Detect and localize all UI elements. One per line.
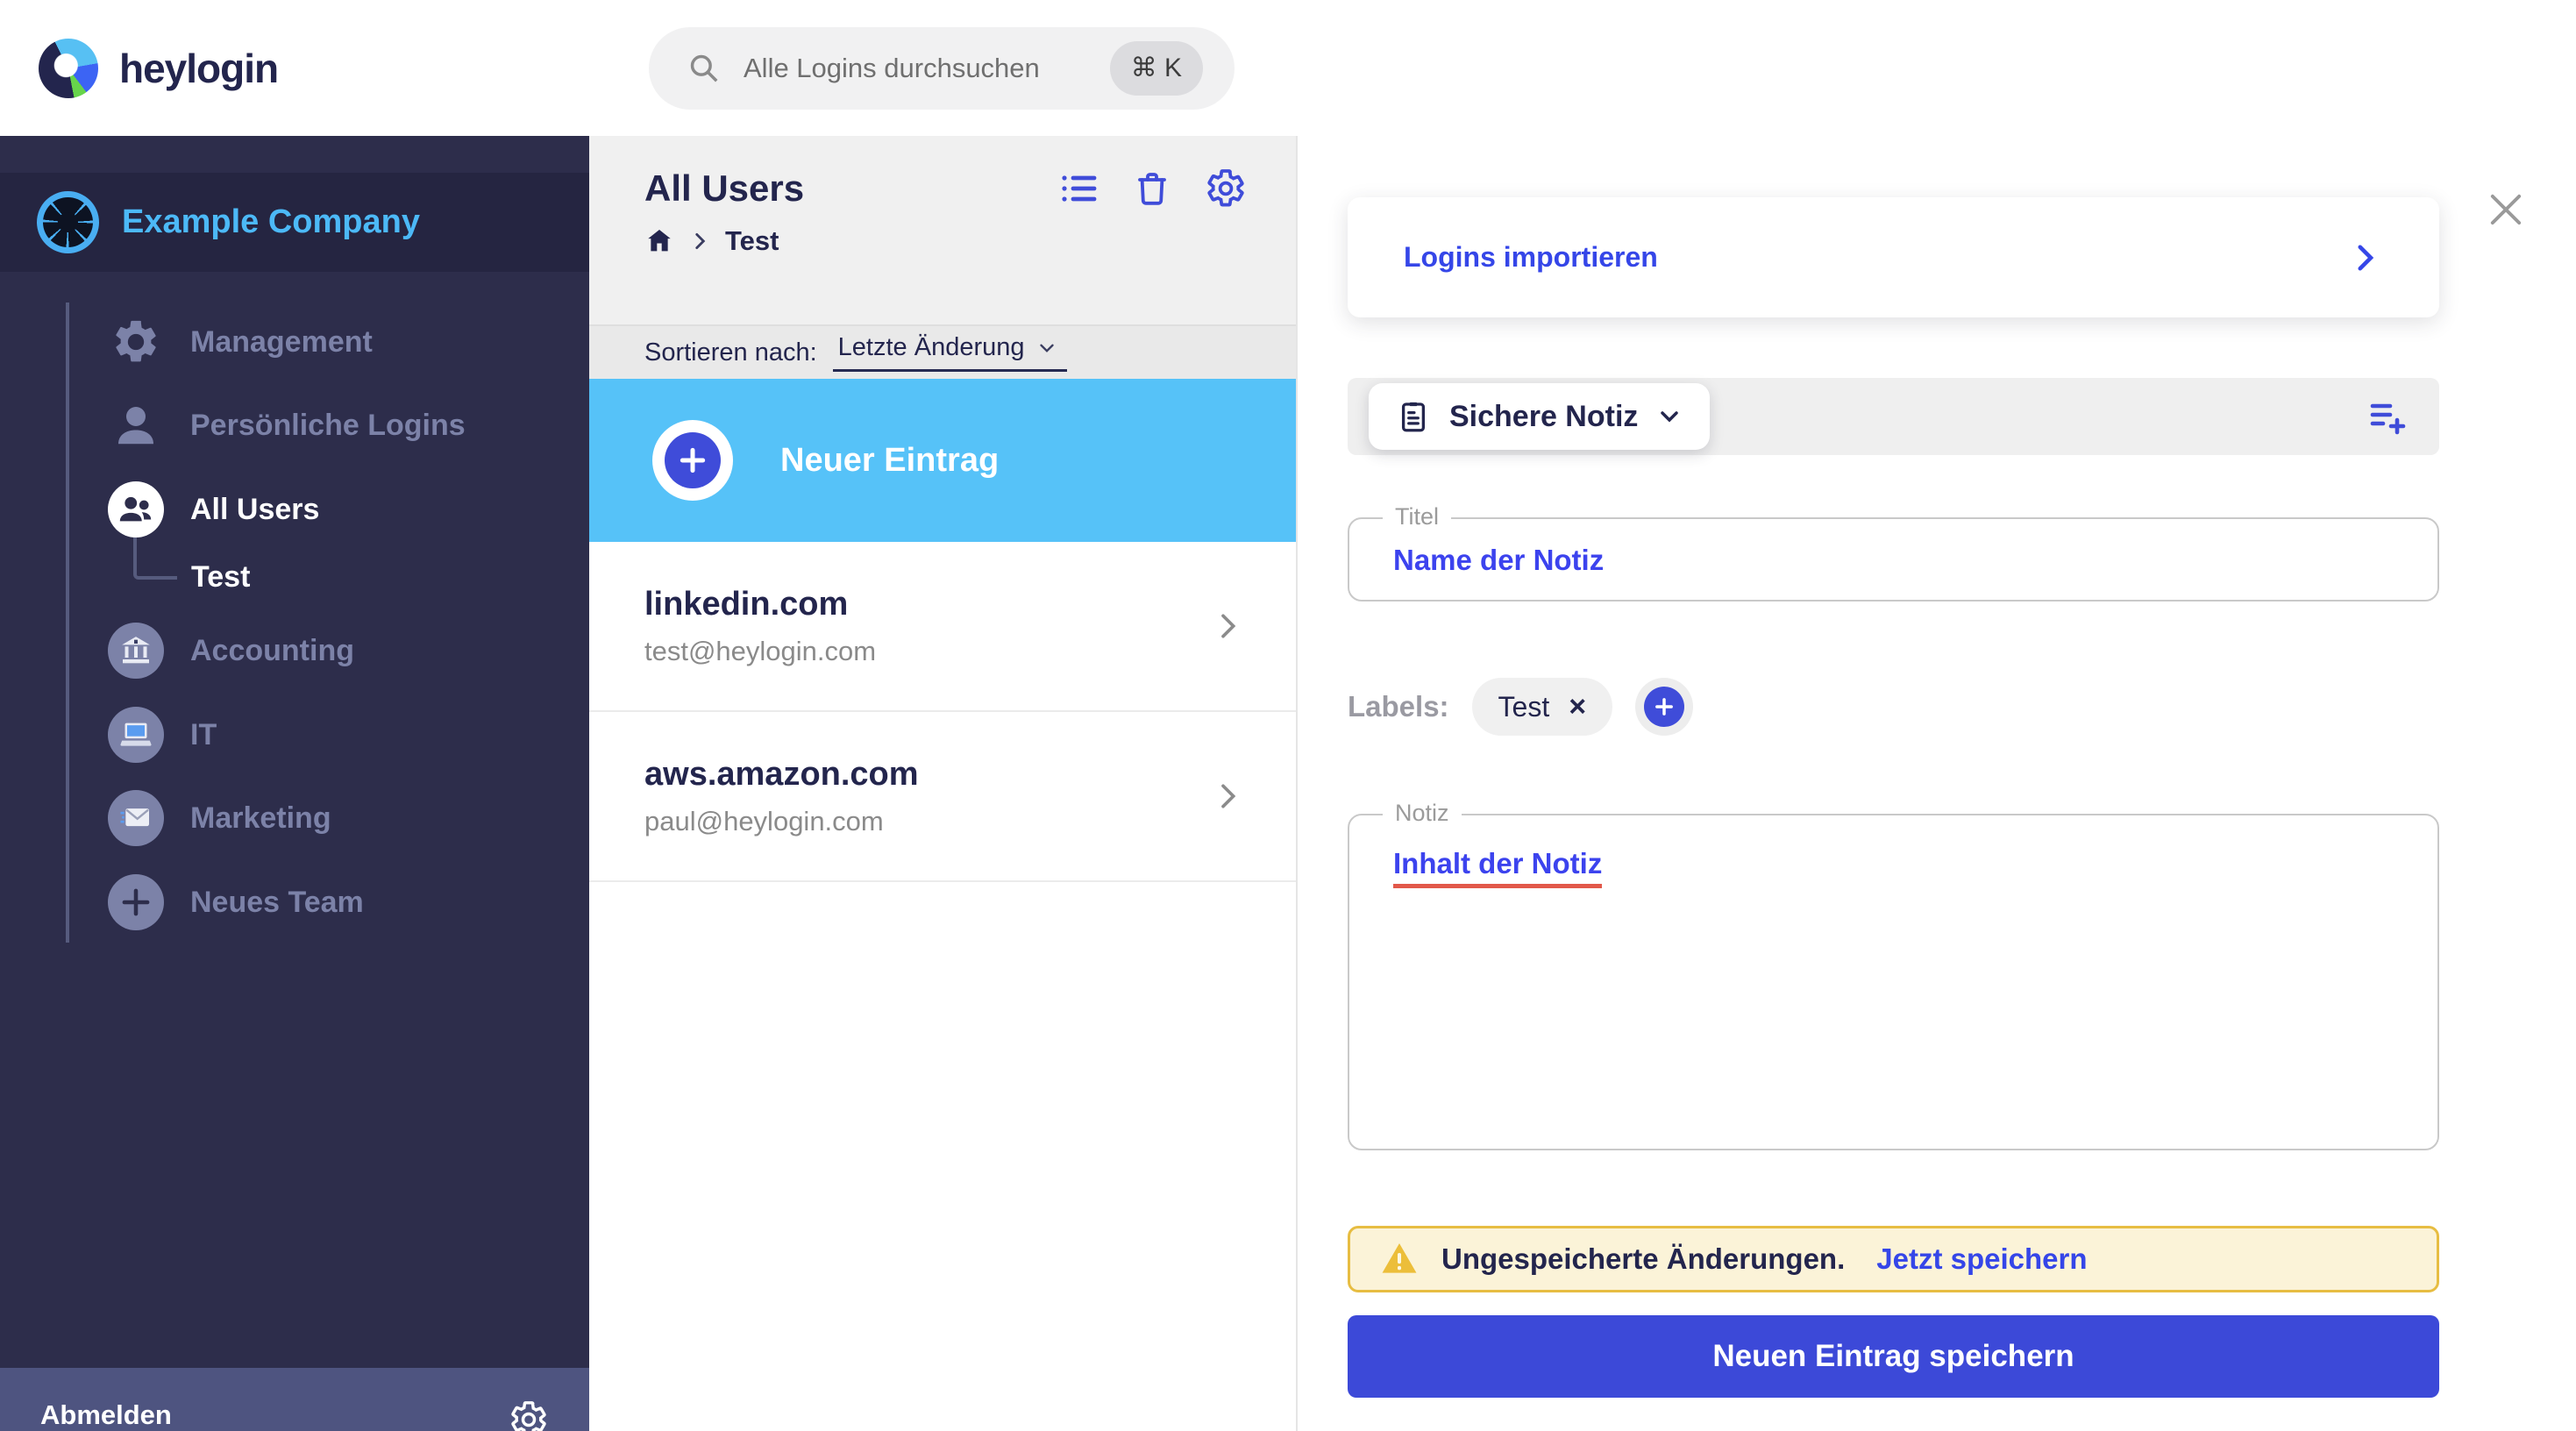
note-field-value[interactable]: Inhalt der Notiz — [1393, 847, 1603, 888]
login-list-item[interactable]: aws.amazon.com paul@heylogin.com — [589, 712, 1296, 882]
page-title: All Users — [644, 167, 805, 209]
keyboard-shortcut-badge: ⌘ K — [1109, 40, 1203, 96]
import-logins-card[interactable]: Logins importieren — [1348, 197, 2439, 317]
sidebar-item-label: IT — [190, 717, 217, 751]
breadcrumb: Test — [644, 225, 1296, 257]
sidebar: Example Company Management Persönliche L… — [0, 136, 589, 1431]
labels-label: Labels: — [1348, 690, 1449, 723]
chevron-right-icon — [695, 233, 706, 249]
login-username: paul@heylogin.com — [644, 805, 884, 837]
sidebar-subitem-label: Test — [191, 559, 251, 594]
sidebar-item-it[interactable]: IT — [0, 693, 589, 777]
remove-label-icon[interactable]: × — [1569, 692, 1586, 722]
sidebar-item-accounting[interactable]: Accounting — [0, 609, 589, 693]
brand: heylogin — [39, 38, 565, 98]
login-username: test@heylogin.com — [644, 635, 877, 666]
company-avatar — [37, 191, 99, 253]
settings-gear-icon[interactable] — [1205, 167, 1247, 210]
heylogin-logo-icon — [39, 38, 98, 98]
plus-icon — [108, 874, 164, 930]
sidebar-item-label: Neues Team — [190, 885, 364, 919]
search-input[interactable]: Alle Logins durchsuchen ⌘ K — [649, 26, 1235, 110]
import-logins-label: Logins importieren — [1404, 241, 1658, 273]
sidebar-footer: Abmelden — [0, 1368, 589, 1431]
list-view-icon[interactable] — [1057, 167, 1099, 210]
login-title: linkedin.com — [644, 585, 849, 623]
secure-note-icon — [1401, 402, 1426, 432]
entry-type-dropdown[interactable]: Sichere Notiz — [1369, 383, 1711, 450]
add-entry-button[interactable] — [652, 420, 733, 501]
sidebar-item-marketing[interactable]: Marketing — [0, 776, 589, 860]
breadcrumb-current[interactable]: Test — [725, 225, 779, 257]
sidebar-item-label: Accounting — [190, 633, 354, 667]
sort-label: Sortieren nach: — [644, 338, 817, 367]
sidebar-item-test[interactable]: Test — [0, 541, 589, 613]
sidebar-item-label: Management — [190, 324, 373, 359]
search-placeholder: Alle Logins durchsuchen — [744, 52, 1040, 83]
sidebar-item-label: Marketing — [190, 801, 331, 835]
sidebar-item-management[interactable]: Management — [0, 300, 589, 384]
chevron-right-icon — [2358, 244, 2374, 271]
plus-icon — [665, 432, 721, 488]
sidebar-item-label: All Users — [190, 492, 320, 526]
person-icon — [108, 397, 164, 453]
sidebar-item-new-team[interactable]: Neues Team — [0, 860, 589, 944]
label-chip-text: Test — [1498, 690, 1550, 723]
people-icon — [108, 481, 164, 538]
sidebar-item-personal-logins[interactable]: Persönliche Logins — [0, 383, 589, 467]
gear-icon — [108, 314, 164, 370]
company-switcher[interactable]: Example Company — [0, 173, 589, 272]
playlist-add-icon[interactable] — [2366, 395, 2408, 438]
heylogin-app: heylogin Alle Logins durchsuchen ⌘ K Exa… — [0, 0, 2576, 1431]
close-icon[interactable] — [2483, 187, 2529, 232]
note-field[interactable]: Notiz Inhalt der Notiz — [1348, 800, 2439, 1150]
envelope-icon — [108, 790, 164, 846]
trash-icon[interactable] — [1131, 167, 1173, 210]
title-field-value[interactable]: Name der Notiz — [1393, 544, 1604, 577]
unsaved-changes-text: Ungespeicherte Änderungen. — [1441, 1242, 1846, 1275]
new-entry-row[interactable]: Neuer Eintrag — [589, 379, 1296, 542]
home-icon[interactable] — [644, 226, 674, 256]
entry-type-strip: Sichere Notiz — [1348, 378, 2439, 455]
unsaved-changes-banner: Ungespeicherte Änderungen. Jetzt speiche… — [1348, 1226, 2439, 1292]
search-icon — [690, 54, 718, 82]
list-panel: All Users Test Sortieren nach: Letzte Än… — [589, 136, 1298, 1431]
list-panel-header: All Users Test — [589, 136, 1296, 324]
sidebar-item-all-users[interactable]: All Users — [0, 467, 589, 552]
add-label-button[interactable] — [1635, 678, 1694, 736]
chevron-right-icon — [1221, 784, 1236, 808]
note-field-legend: Notiz — [1383, 800, 1462, 827]
title-field[interactable]: Titel Name der Notiz — [1348, 503, 2439, 602]
sort-dropdown[interactable]: Letzte Änderung — [832, 333, 1067, 372]
company-name: Example Company — [122, 203, 420, 240]
chevron-down-icon — [1039, 344, 1054, 352]
warning-icon — [1382, 1243, 1417, 1273]
sidebar-item-label: Persönliche Logins — [190, 408, 466, 442]
topbar: heylogin Alle Logins durchsuchen ⌘ K — [0, 0, 2576, 136]
labels-row: Labels: Test × — [1348, 678, 1694, 736]
entry-type-value: Sichere Notiz — [1449, 399, 1639, 433]
laptop-icon — [108, 707, 164, 763]
new-entry-label: Neuer Eintrag — [780, 441, 1000, 479]
chevron-right-icon — [1221, 614, 1236, 638]
label-chip[interactable]: Test × — [1471, 678, 1613, 736]
chevron-down-icon — [1661, 411, 1679, 423]
bank-icon — [108, 623, 164, 679]
login-list-item[interactable]: linkedin.com test@heylogin.com — [589, 542, 1296, 712]
sort-bar: Sortieren nach: Letzte Änderung — [589, 324, 1296, 379]
save-entry-button[interactable]: Neuen Eintrag speichern — [1348, 1315, 2439, 1398]
login-title: aws.amazon.com — [644, 755, 919, 793]
save-now-link[interactable]: Jetzt speichern — [1876, 1242, 2087, 1276]
plus-icon — [1644, 687, 1685, 727]
detail-panel: Logins importieren Sichere Notiz Titel N… — [1298, 136, 2576, 1431]
logo-text: heylogin — [119, 45, 279, 91]
settings-gear-icon[interactable] — [509, 1399, 549, 1431]
title-field-legend: Titel — [1383, 503, 1452, 530]
logout-button[interactable]: Abmelden — [40, 1399, 172, 1431]
sort-value: Letzte Änderung — [837, 333, 1025, 361]
